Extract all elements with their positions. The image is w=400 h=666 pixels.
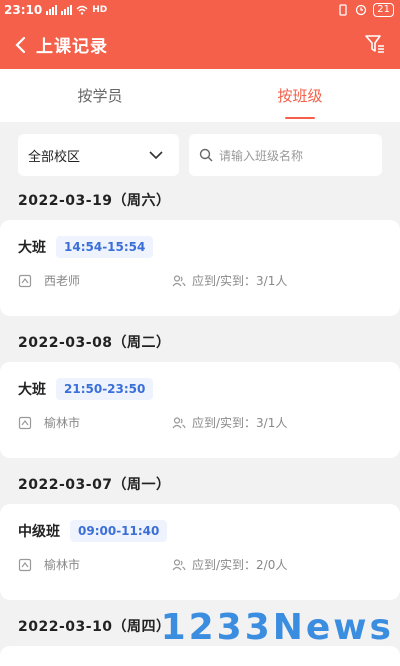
status-bar: 23:10 HD 21	[0, 0, 400, 20]
battery-icon: 21	[373, 3, 394, 17]
people-icon	[172, 558, 186, 570]
app-header: 23:10 HD 21 上课记录	[0, 0, 400, 69]
chevron-down-icon	[149, 151, 163, 160]
vibrate-icon	[339, 4, 347, 16]
teacher-icon	[18, 416, 32, 429]
teacher-name: 榆林市	[44, 558, 81, 572]
class-name: 中级班	[18, 524, 60, 540]
signal-icon	[61, 5, 73, 15]
campus-select[interactable]: 全部校区	[18, 134, 179, 176]
tab-bar: 按学员 按班级	[0, 69, 400, 122]
people-icon	[172, 274, 186, 286]
alarm-icon	[356, 4, 367, 16]
teacher-name: 西老师	[44, 274, 81, 288]
people-icon	[172, 416, 186, 428]
signal-icon	[46, 5, 58, 15]
filter-button[interactable]	[364, 33, 386, 55]
teacher-name: 榆林市	[44, 416, 81, 430]
watermark-logo: 1233News	[160, 607, 394, 648]
class-time-tag: 09:00-11:40	[70, 520, 168, 542]
class-search-input[interactable]: 请输入班级名称	[189, 134, 382, 176]
attendance-text: 应到/实到：3/1人	[192, 416, 288, 430]
class-name: 大班	[18, 240, 46, 256]
page-title: 上课记录	[36, 37, 108, 57]
attendance-text: 应到/实到：3/1人	[192, 274, 288, 288]
record-date: 2022-03-19（周六）	[18, 193, 171, 209]
record-card[interactable]: 大班 14:54-15:54 西老师 应到/实到：3/1人	[0, 220, 400, 316]
filter-row: 全部校区 请输入班级名称	[0, 122, 400, 176]
record-card[interactable]: 大班 21:50-23:50 榆林市 应到/实到：3/1人	[0, 362, 400, 458]
search-icon	[199, 148, 213, 162]
tab-by-student[interactable]: 按学员	[0, 69, 200, 122]
wifi-icon	[76, 5, 88, 15]
record-card[interactable]	[0, 646, 400, 666]
filter-icon	[365, 35, 384, 53]
hd-icon: HD	[92, 5, 108, 15]
record-date: 2022-03-08（周二）	[18, 335, 171, 351]
record-card[interactable]: 中级班 09:00-11:40 榆林市 应到/实到：2/0人	[0, 504, 400, 600]
class-name: 大班	[18, 382, 46, 398]
back-button[interactable]	[14, 35, 34, 55]
class-time-tag: 14:54-15:54	[56, 236, 154, 258]
chevron-left-icon	[15, 36, 26, 53]
tab-by-class[interactable]: 按班级	[200, 69, 400, 122]
campus-select-value: 全部校区	[28, 149, 81, 165]
teacher-icon	[18, 274, 32, 287]
record-date: 2022-03-07（周一）	[18, 477, 171, 493]
search-placeholder: 请输入班级名称	[219, 148, 304, 163]
status-time: 23:10	[4, 3, 43, 17]
attendance-text: 应到/实到：2/0人	[192, 558, 288, 572]
teacher-icon	[18, 558, 32, 571]
class-time-tag: 21:50-23:50	[56, 378, 154, 400]
